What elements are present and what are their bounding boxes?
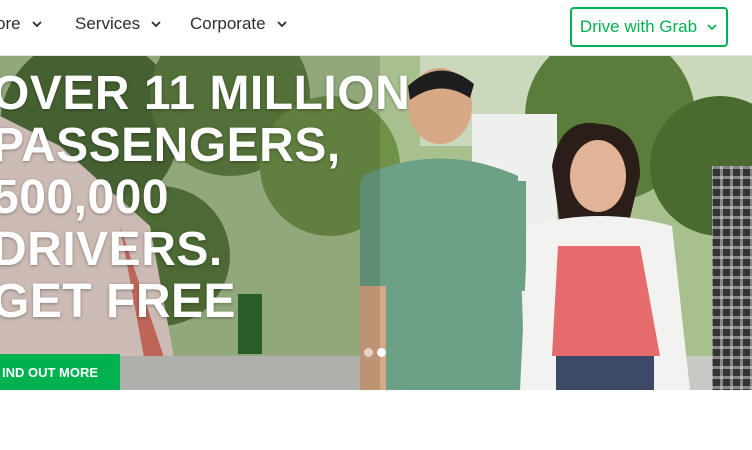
carousel-indicator [364, 348, 386, 357]
headline-line: 500,000 [0, 171, 170, 224]
headline-line: PASSENGERS, [0, 119, 341, 172]
nav-item-corporate[interactable]: Corporate [190, 13, 288, 35]
page-content-area [0, 390, 752, 450]
chevron-down-icon [31, 18, 43, 30]
chevron-down-icon [706, 21, 718, 33]
headline-line: DRIVERS. [0, 223, 223, 276]
chevron-down-icon [276, 18, 288, 30]
nav-item-label: ore [0, 14, 21, 33]
carousel-dot-active[interactable] [377, 348, 386, 357]
nav-item-label: Corporate [190, 14, 266, 33]
find-out-more-label: IND OUT MORE [2, 364, 99, 380]
nav-item-explore[interactable]: ore [0, 13, 43, 35]
find-out-more-button[interactable]: IND OUT MORE [0, 354, 120, 390]
drive-with-grab-button[interactable]: Drive with Grab [570, 7, 728, 47]
hero-banner: OVER 11 MILLION PASSENGERS, 500,000 DRIV… [0, 56, 752, 390]
headline-line: GET FREE [0, 275, 237, 328]
drive-with-grab-label: Drive with Grab [579, 17, 698, 36]
chevron-down-icon [150, 18, 162, 30]
headline-line: OVER 11 MILLION [0, 67, 411, 120]
nav-item-services[interactable]: Services [75, 13, 162, 35]
top-navigation: ore Services Corporate Drive with Grab [0, 0, 752, 56]
carousel-dot[interactable] [364, 348, 373, 357]
hero-headline: OVER 11 MILLION PASSENGERS, 500,000 DRIV… [0, 68, 410, 328]
nav-item-label: Services [75, 14, 141, 33]
